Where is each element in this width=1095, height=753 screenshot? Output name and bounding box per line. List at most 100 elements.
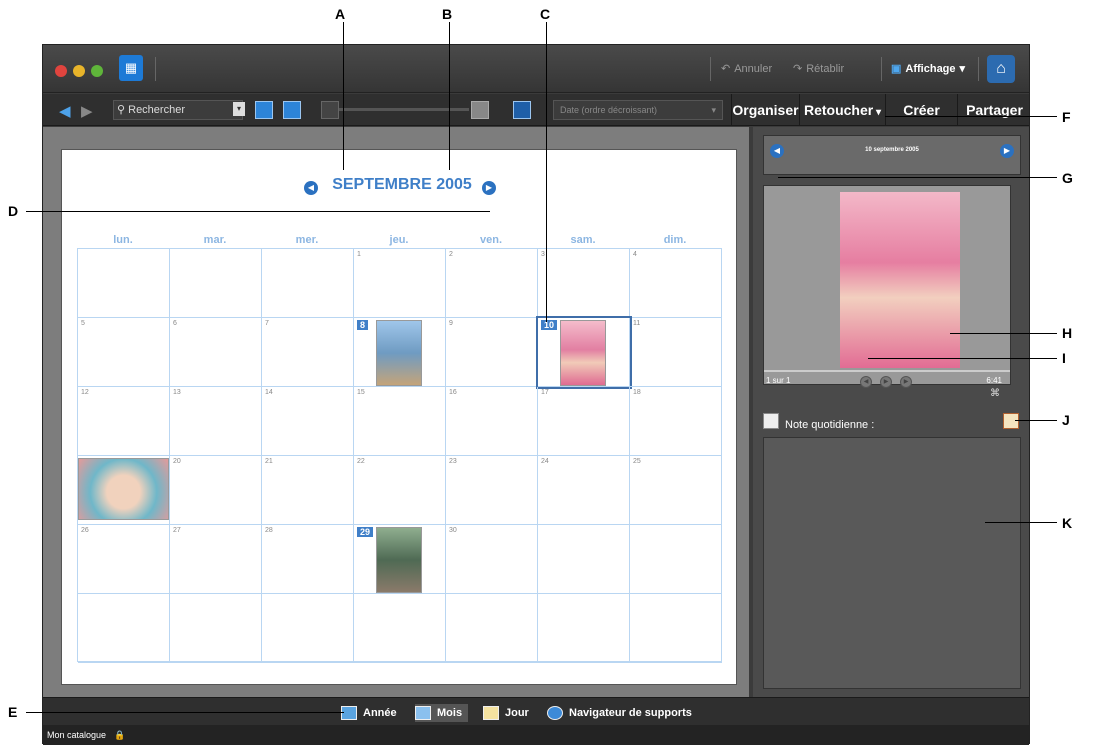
daily-note-field[interactable] [763,437,1021,689]
edit-note-icon[interactable] [1003,413,1019,429]
calendar-day-cell[interactable] [630,525,722,594]
photo-thumbnail[interactable] [376,320,422,386]
calendar-day-cell[interactable]: 2 [446,249,538,318]
app-logo-icon[interactable]: ▦ [119,55,143,81]
photo-thumbnail[interactable] [560,320,606,386]
callout-c: C [540,6,551,22]
calendar-day-cell[interactable]: 7 [262,318,354,387]
calendar-day-cell[interactable]: 19 [78,456,170,525]
calendar-day-cell[interactable] [538,594,630,663]
forward-arrow-icon[interactable]: ▶ [81,102,93,120]
photo-thumbnail[interactable] [78,458,169,520]
redo-icon: ↷ [793,63,803,75]
callout-line [950,333,1057,334]
home-button[interactable]: ⌂ [987,55,1015,83]
calendar-day-cell[interactable] [78,249,170,318]
title-bar: ▦ ↶ Annuler ↷ Rétablir ▣ Affichage ▾ ⌂ [43,45,1029,93]
calendar-day-cell[interactable]: 5 [78,318,170,387]
sort-order-select[interactable]: Date (ordre décroissant) ▾ [553,100,723,120]
calendar-day-cell[interactable]: 12 [78,387,170,456]
tab-creer[interactable]: Créer [885,94,957,126]
calendar-day-cell[interactable]: 6 [170,318,262,387]
callout-f: F [1062,109,1071,125]
tab-organiser[interactable]: Organiser [731,94,799,126]
next-day-button[interactable]: ▶ [1000,144,1014,158]
day-detail-pane: ◀ 10 septembre 2005 ▶ 1 sur 1 ◀ ▶ ▶ 6:41… [753,127,1029,697]
thumbnail-grid-icon[interactable] [321,101,339,119]
calendar-day-cell[interactable]: 11 [630,318,722,387]
callout-line [26,712,344,713]
tab-partager[interactable]: Partager [957,94,1031,126]
calendar-day-cell[interactable]: 9 [446,318,538,387]
calendar-day-cell[interactable]: 17 [538,387,630,456]
calendar-day-cell[interactable]: 1 [354,249,446,318]
calendar-day-cell[interactable]: 25 [630,456,722,525]
large-thumbnail-icon[interactable] [471,101,489,119]
calendar-day-cell[interactable]: 21 [262,456,354,525]
callout-a: A [335,6,346,22]
view-mode-bar: Année Mois Jour Navigateur de supports [43,697,1029,725]
day-view-button[interactable]: Jour [483,704,529,722]
view-menu-button[interactable]: ▣ Affichage ▾ [891,59,965,79]
calendar-day-cell[interactable] [170,249,262,318]
calendar-page: ◀ SEPTEMBRE 2005 ▶ lun. mar. mer. jeu. ven. s… [61,149,737,685]
calendar-day-cell[interactable] [262,594,354,663]
next-month-button[interactable]: ▶ [482,181,496,195]
calendar-day-cell[interactable]: 16 [446,387,538,456]
previous-photo-button[interactable]: ◀ [860,376,872,388]
binoculars-icon[interactable]: ⌘ [990,388,1000,399]
back-arrow-icon[interactable]: ◀ [59,102,71,120]
calendar-day-cell[interactable]: 13 [170,387,262,456]
calendar-day-cell[interactable] [446,594,538,663]
home-icon: ⌂ [996,60,1006,77]
calendar-day-cell[interactable]: 18 [630,387,722,456]
rotate-right-icon[interactable] [283,101,301,119]
calendar-day-cell[interactable]: 14 [262,387,354,456]
catalog-name[interactable]: Mon catalogue [47,730,106,740]
calendar-day-cell[interactable] [170,594,262,663]
calendar-pane: ◀ SEPTEMBRE 2005 ▶ lun. mar. mer. jeu. ven. s… [43,127,749,697]
rotate-left-icon[interactable] [255,101,273,119]
calendar-day-cell[interactable]: 8 [354,318,446,387]
minimize-window-button[interactable] [73,65,85,77]
calendar-day-cell[interactable]: 24 [538,456,630,525]
weekday-header: lun. [113,234,133,246]
day-number: 7 [265,320,269,327]
calendar-day-cell[interactable]: 30 [446,525,538,594]
search-dropdown-button[interactable]: ▾ [233,102,245,116]
calendar-day-cell[interactable] [630,594,722,663]
calendar-day-cell[interactable]: 29 [354,525,446,594]
calendar-day-cell[interactable]: 15 [354,387,446,456]
calendar-day-cell[interactable]: 3 [538,249,630,318]
calendar-day-cell[interactable] [78,594,170,663]
calendar-day-cell[interactable]: 4 [630,249,722,318]
tab-retoucher[interactable]: Retoucher ▾ [799,94,885,126]
calendar-day-cell[interactable]: 27 [170,525,262,594]
calendar-day-cell[interactable]: 26 [78,525,170,594]
callout-b: B [442,6,453,22]
calendar-day-cell[interactable]: 20 [170,456,262,525]
calendar-day-cell[interactable] [354,594,446,663]
next-photo-button[interactable]: ▶ [900,376,912,388]
calendar-day-cell[interactable]: 28 [262,525,354,594]
lock-icon[interactable]: 🔒 [114,730,125,740]
undo-button[interactable]: ↶ Annuler [721,59,772,79]
selected-day-cell[interactable]: 10 [536,316,632,389]
year-view-button[interactable]: Année [341,704,397,722]
month-view-button[interactable]: Mois [415,704,469,722]
weekday-header: dim. [663,234,687,246]
calendar-day-cell[interactable]: 23 [446,456,538,525]
calendar-day-cell[interactable] [538,525,630,594]
full-screen-icon[interactable] [513,101,531,119]
redo-button[interactable]: ↷ Rétablir [793,59,844,79]
calendar-day-cell[interactable]: 22 [354,456,446,525]
preview-photo[interactable] [840,192,960,368]
media-browser-button[interactable]: Navigateur de supports [547,704,692,722]
calendar-day-cell[interactable] [262,249,354,318]
day-number: 27 [173,527,181,534]
zoom-window-button[interactable] [91,65,103,77]
play-button[interactable]: ▶ [880,376,892,388]
month-icon [415,706,431,720]
photo-thumbnail[interactable] [376,527,422,593]
close-window-button[interactable] [55,65,67,77]
